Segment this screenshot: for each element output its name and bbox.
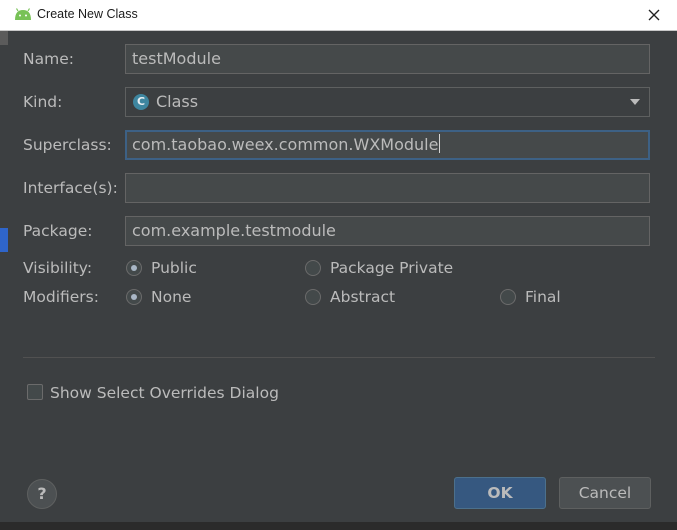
close-icon[interactable]	[643, 5, 665, 25]
modifier-abstract-radio[interactable]	[305, 289, 321, 305]
superclass-field[interactable]: com.taobao.weex.common.WXModule	[125, 130, 650, 160]
superclass-value: com.taobao.weex.common.WXModule	[132, 135, 439, 154]
visibility-label: Visibility:	[23, 259, 93, 277]
modifiers-label: Modifiers:	[23, 288, 99, 306]
name-label: Name:	[23, 50, 74, 68]
name-field[interactable]: testModule	[125, 44, 650, 74]
modifier-final-radio[interactable]	[500, 289, 516, 305]
cancel-button[interactable]: Cancel	[559, 477, 651, 509]
create-class-dialog: Name: testModule Kind: C Class Superclas…	[8, 31, 669, 522]
modifier-none-radio[interactable]	[126, 289, 142, 305]
modifier-abstract-label[interactable]: Abstract	[330, 288, 395, 306]
visibility-public-radio[interactable]	[126, 260, 142, 276]
background-window-highlight	[0, 228, 8, 252]
show-overrides-checkbox[interactable]	[27, 384, 43, 400]
visibility-package-private-label[interactable]: Package Private	[330, 259, 453, 277]
visibility-package-private-radio[interactable]	[305, 260, 321, 276]
modifier-none-label[interactable]: None	[151, 288, 191, 306]
ok-button[interactable]: OK	[454, 477, 546, 509]
kind-label: Kind:	[23, 93, 63, 111]
window-title: Create New Class	[37, 7, 138, 21]
name-value: testModule	[132, 49, 221, 68]
package-label: Package:	[23, 222, 93, 240]
chevron-down-icon	[630, 99, 640, 105]
separator	[23, 357, 655, 358]
android-icon	[15, 8, 31, 20]
text-caret	[439, 134, 441, 153]
package-value: com.example.testmodule	[132, 221, 336, 240]
kind-value: Class	[156, 92, 199, 111]
interfaces-label: Interface(s):	[23, 179, 118, 197]
show-overrides-label[interactable]: Show Select Overrides Dialog	[50, 384, 279, 402]
kind-dropdown[interactable]: C Class	[125, 87, 650, 117]
package-field[interactable]: com.example.testmodule	[125, 216, 650, 246]
superclass-label: Superclass:	[23, 136, 112, 154]
interfaces-field[interactable]	[125, 173, 650, 203]
bottom-edge	[0, 522, 677, 530]
help-button[interactable]: ?	[27, 479, 57, 509]
class-icon: C	[133, 94, 149, 110]
modifier-final-label[interactable]: Final	[525, 288, 561, 306]
background-window-edge	[0, 31, 8, 530]
title-bar: Create New Class	[0, 0, 677, 31]
visibility-public-label[interactable]: Public	[151, 259, 197, 277]
